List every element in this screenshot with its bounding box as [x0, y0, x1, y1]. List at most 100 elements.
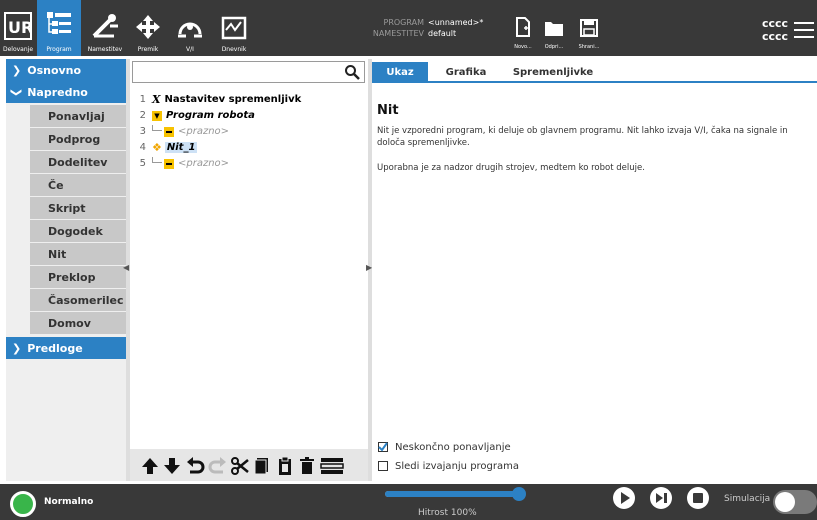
open-button-label: Odpri...	[544, 44, 564, 50]
open-button[interactable]: Odpri...	[536, 4, 572, 50]
tree-node-label: Program robota	[166, 110, 255, 121]
tab-ukaz[interactable]: Ukaz	[372, 62, 428, 83]
line-number: 5	[139, 158, 146, 169]
io-icon	[176, 14, 204, 44]
loop-forever-checkbox[interactable]: Neskončno ponavljanje	[378, 440, 511, 454]
new-button-label: Novo...	[514, 44, 532, 50]
tab-grafika[interactable]: Grafika	[434, 62, 498, 83]
empty-node-icon	[164, 126, 174, 137]
item-dogodek[interactable]: Dogodek	[30, 220, 127, 242]
move-up-icon[interactable]	[140, 456, 160, 476]
play-button[interactable]	[613, 487, 635, 509]
item-label: Ponavljaj	[48, 109, 105, 123]
tree-row[interactable]: 2 ▼ Program robota	[132, 109, 255, 122]
item-dodelitev[interactable]: Dodelitev	[30, 151, 127, 173]
tree-row-selected[interactable]: 4 ❖ Nit_1	[132, 141, 198, 154]
item-skript[interactable]: Skript	[30, 197, 127, 219]
command-title: Nit	[377, 103, 399, 118]
undo-icon[interactable]	[185, 456, 205, 476]
stop-button[interactable]	[687, 487, 709, 509]
tree-row[interactable]: 1 X Nastavitev spremenljivk	[132, 93, 302, 106]
tree-node-label: Nastavitev spremenljivk	[164, 94, 302, 105]
suppress-icon[interactable]	[320, 456, 346, 476]
item-label: Dodelitev	[48, 155, 108, 169]
step-button[interactable]	[650, 487, 672, 509]
follow-execution-checkbox[interactable]: Sledi izvajanju programa	[378, 459, 519, 473]
expand-triangle-icon[interactable]: ▼	[152, 110, 162, 121]
item-ce[interactable]: Če	[30, 174, 127, 196]
nav-label: Premik	[137, 46, 159, 53]
folder-icon	[544, 19, 564, 41]
tree-row[interactable]: 3 <prazno>	[132, 124, 230, 138]
category-napredno[interactable]: ❯ Napredno	[6, 81, 127, 103]
program-name: <unnamed>*	[428, 18, 484, 27]
checkbox-label: Neskončno ponavljanje	[395, 441, 511, 453]
tree-node-label: <prazno>	[178, 126, 230, 137]
program-key: PROGRAM	[383, 18, 425, 27]
category-osnovno[interactable]: ❯ Osnovno	[6, 59, 127, 81]
tab-bar: Ukaz Grafika Spremenljivke	[372, 62, 817, 83]
robot-arm-icon	[90, 12, 120, 44]
top-bar: UR Delovanje Program Namestitev Premik V…	[0, 0, 817, 56]
redo-icon	[208, 456, 228, 476]
speed-label: Hitrost 100%	[418, 508, 477, 518]
user-line-1: cccc	[762, 17, 789, 30]
tab-spremenljivke[interactable]: Spremenljivke	[502, 62, 604, 83]
line-number: 3	[139, 126, 146, 137]
item-preklop[interactable]: Preklop	[30, 266, 127, 288]
tree-connector	[152, 124, 162, 131]
move-arrows-icon	[135, 14, 161, 44]
tab-label: Grafika	[445, 67, 487, 78]
hamburger-menu-icon[interactable]	[794, 22, 814, 38]
nav-namestitev[interactable]: Namestitev	[86, 0, 124, 56]
nav-dnevnik[interactable]: Dnevnik	[214, 0, 254, 56]
save-button[interactable]: Shrani...	[571, 4, 607, 50]
nav-premik[interactable]: Premik	[130, 0, 166, 56]
item-label: Skript	[48, 201, 86, 215]
tree-node-label: <prazno>	[178, 158, 230, 169]
item-ponavljaj[interactable]: Ponavljaj	[30, 105, 127, 127]
collapse-left-icon[interactable]: ◀	[123, 263, 129, 272]
search-icon[interactable]	[344, 64, 360, 84]
tree-row[interactable]: 5 <prazno>	[132, 156, 230, 170]
category-predloge[interactable]: ❯ Predloge	[6, 337, 127, 359]
category-label: Predloge	[27, 341, 83, 355]
program-info: PROGRAM <unnamed>* NAMESTITEV default	[372, 17, 483, 39]
move-down-icon[interactable]	[162, 456, 182, 476]
nav-delovanje[interactable]: UR Delovanje	[0, 0, 36, 56]
delete-icon[interactable]	[297, 456, 317, 476]
search-input[interactable]	[132, 61, 365, 83]
copy-icon[interactable]	[252, 456, 272, 476]
svg-text:UR: UR	[8, 18, 32, 37]
speed-slider-handle[interactable]	[512, 487, 526, 501]
item-label: Če	[48, 178, 64, 192]
item-domov[interactable]: Domov	[30, 312, 127, 334]
checkbox-empty-icon	[378, 461, 388, 471]
robot-status-icon[interactable]	[10, 491, 36, 517]
new-file-icon	[515, 17, 531, 41]
installation-name: default	[428, 29, 457, 38]
nav-program[interactable]: Program	[37, 0, 81, 56]
tab-label: Ukaz	[386, 67, 414, 78]
cut-icon[interactable]	[230, 456, 250, 476]
user-info: cccc cccc	[762, 17, 788, 43]
chevron-right-icon: ❯	[12, 63, 22, 77]
item-podprog[interactable]: Podprog	[30, 128, 127, 150]
category-label: Napredno	[27, 85, 88, 99]
log-chart-icon	[221, 16, 247, 44]
simulation-toggle[interactable]	[773, 490, 817, 514]
variable-x-icon: X	[152, 93, 161, 106]
tree-toolbar	[130, 449, 368, 481]
nav-vi[interactable]: V/I	[170, 0, 210, 56]
empty-node-icon	[164, 158, 174, 169]
speed-slider[interactable]	[385, 487, 526, 501]
program-tree-icon	[45, 10, 73, 44]
item-casomerilec[interactable]: Časomerilec	[30, 289, 127, 311]
category-label: Osnovno	[27, 63, 82, 77]
item-nit[interactable]: Nit	[30, 243, 127, 265]
thread-icon: ❖	[152, 141, 162, 154]
robot-status-label: Normalno	[44, 497, 94, 507]
paste-icon[interactable]	[275, 456, 295, 476]
program-tree-panel	[130, 59, 368, 481]
nav-label: Dnevnik	[221, 46, 247, 53]
